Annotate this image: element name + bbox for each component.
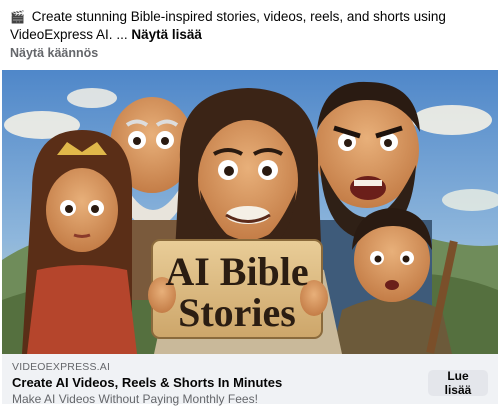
ad-image[interactable]: AI Bible Stories xyxy=(2,70,498,354)
link-domain: VIDEOEXPRESS.AI xyxy=(12,361,111,373)
link-preview-card[interactable]: VIDEOEXPRESS.AI Create AI Videos, Reels … xyxy=(2,354,498,406)
see-translation-link[interactable]: Näytä käännös xyxy=(10,46,98,60)
post-caption-text: Create stunning Bible-inspired stories, … xyxy=(10,9,446,42)
ai-bible-stories-sign: AI Bible Stories xyxy=(148,239,328,339)
post-caption: 🎬 Create stunning Bible-inspired stories… xyxy=(10,8,488,44)
sign-line-2: Stories xyxy=(178,290,296,335)
link-headline[interactable]: Create AI Videos, Reels & Shorts In Minu… xyxy=(12,375,282,390)
sign-line-1: AI Bible xyxy=(165,249,308,294)
learn-more-button[interactable]: Lue lisää xyxy=(428,369,488,397)
see-more-link[interactable]: Näytä lisää xyxy=(131,27,202,42)
woman-figure xyxy=(22,130,137,354)
clapperboard-icon: 🎬 xyxy=(10,10,25,24)
